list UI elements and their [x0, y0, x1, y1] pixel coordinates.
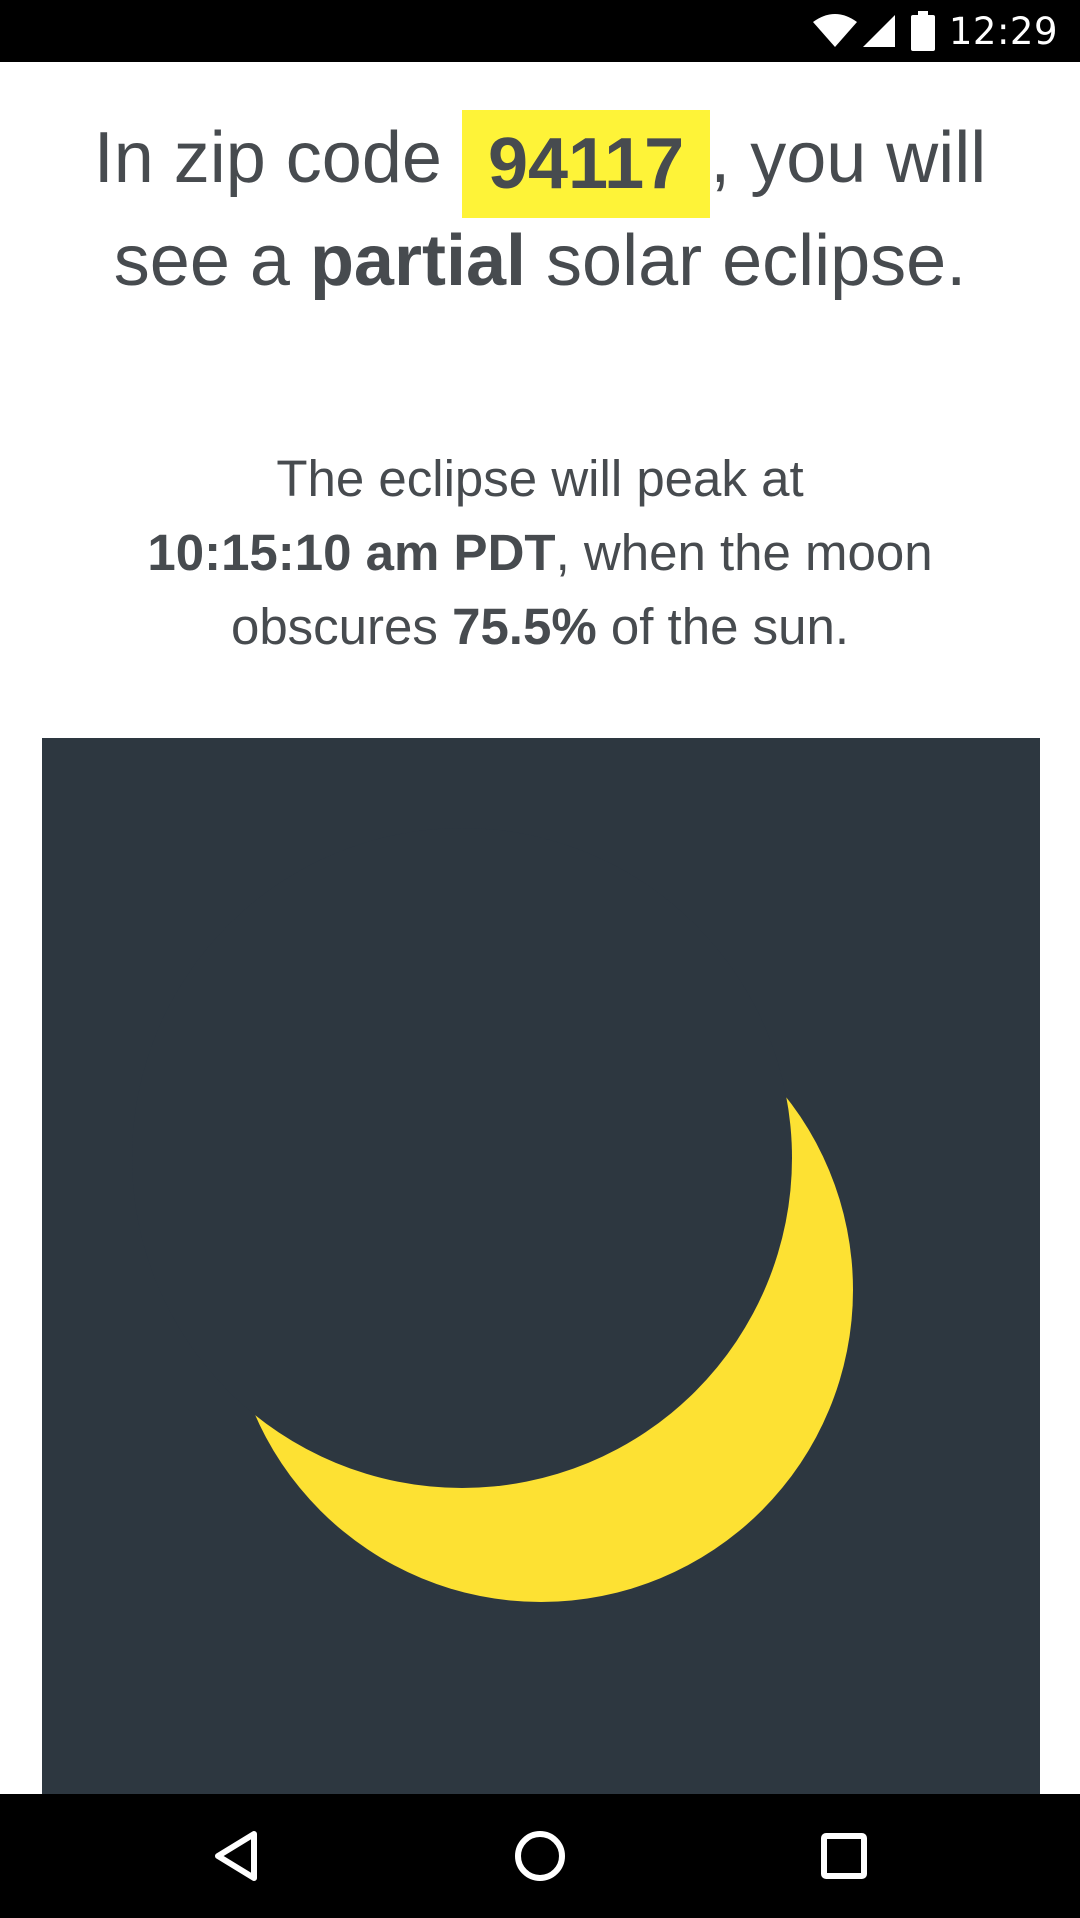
eclipse-graphic — [132, 828, 853, 1602]
status-bar: 12:29 — [0, 0, 1080, 62]
peak-prefix: The eclipse will peak at — [276, 450, 804, 507]
page-content: In zip code 94117, you will see a partia… — [0, 62, 1080, 1794]
wifi-icon — [812, 14, 857, 48]
obscuration-percent: 75.5% — [452, 598, 597, 655]
headline-suffix: solar eclipse. — [546, 221, 967, 301]
zip-code-badge[interactable]: 94117 — [461, 110, 711, 218]
status-icons: 12:29 — [812, 0, 1058, 62]
eclipse-visual — [42, 738, 1040, 1794]
cellular-signal-icon — [861, 13, 897, 49]
peak-time: 10:15:10 am PDT — [147, 524, 556, 581]
back-icon — [215, 1831, 257, 1881]
status-time: 12:29 — [948, 9, 1058, 53]
headline: In zip code 94117, you will see a partia… — [60, 110, 1020, 304]
navigation-bar — [0, 1794, 1080, 1918]
battery-icon — [910, 11, 935, 51]
recents-button[interactable] — [804, 1816, 884, 1896]
moon-disc — [132, 828, 792, 1488]
back-button[interactable] — [196, 1816, 276, 1896]
home-icon — [515, 1831, 565, 1881]
peak-suffix: of the sun. — [610, 598, 850, 655]
peak-info: The eclipse will peak at 10:15:10 am PDT… — [60, 442, 1020, 664]
headline-prefix: In zip code — [93, 118, 442, 198]
home-button[interactable] — [500, 1816, 580, 1896]
eclipse-type: partial — [309, 221, 527, 301]
recents-icon — [821, 1833, 867, 1879]
